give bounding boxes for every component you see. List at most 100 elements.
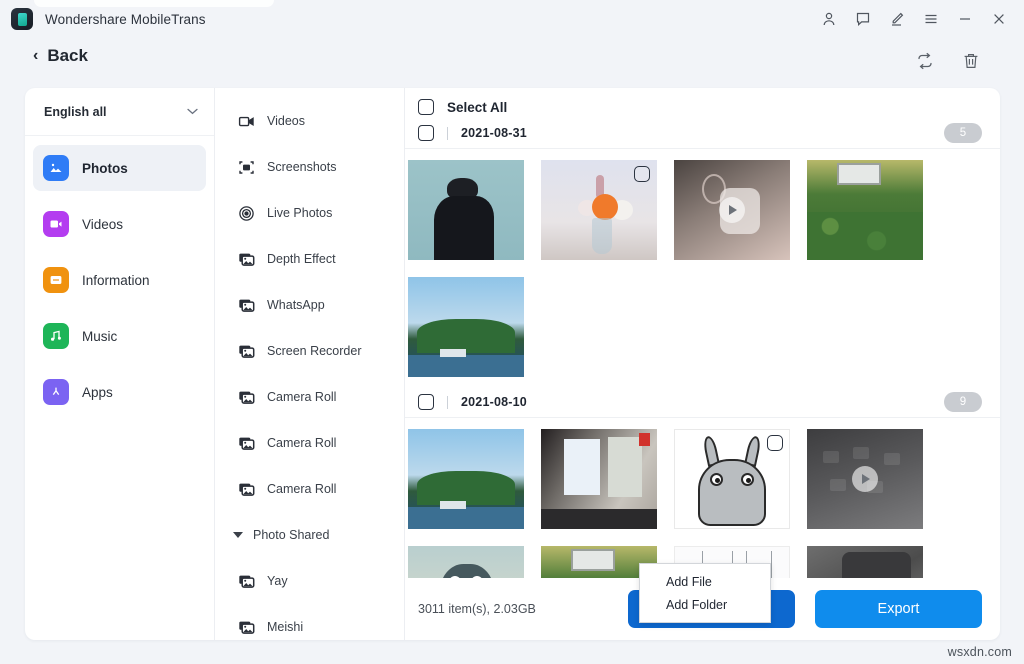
- category-item-label: Meishi: [267, 620, 303, 634]
- sidebar-item-photos[interactable]: Photos: [33, 145, 206, 191]
- edit-pen-icon[interactable]: [880, 4, 914, 34]
- category-item-depth-effect[interactable]: Depth Effect: [215, 236, 404, 282]
- date-group-label: 2021-08-31: [461, 126, 527, 140]
- chevron-down-icon: [187, 106, 198, 118]
- photo-scroll-area[interactable]: 2021-08-3152021-08-1092021-05-143: [405, 118, 1000, 578]
- main-card: English all Photos Videos Information Music…: [25, 88, 1000, 640]
- video-camera-icon: [237, 112, 255, 130]
- apps-icon: [43, 379, 69, 405]
- category-item-camera-roll[interactable]: Camera Roll: [215, 466, 404, 512]
- select-all-checkbox[interactable]: [418, 99, 434, 115]
- category-item-meishi[interactable]: Meishi: [215, 604, 404, 640]
- category-item-label: Screenshots: [267, 160, 336, 174]
- photo-thumbnail[interactable]: [408, 429, 524, 529]
- menu-hamburger-icon[interactable]: [914, 4, 948, 34]
- date-separator: [447, 127, 448, 140]
- context-menu-item-add-file[interactable]: Add File: [640, 570, 770, 593]
- language-selector[interactable]: English all: [25, 88, 214, 136]
- category-item-videos[interactable]: Videos: [215, 98, 404, 144]
- category-item-label: Yay: [267, 574, 288, 588]
- photo-thumbnail[interactable]: [674, 429, 790, 529]
- language-selector-value: English all: [44, 105, 107, 119]
- screenshot-icon: [237, 158, 255, 176]
- thumbnail-image: [408, 546, 524, 578]
- sidebar-item-videos[interactable]: Videos: [33, 201, 206, 247]
- category-list: Videos Screenshots Live Photos Depth Effect…: [215, 88, 405, 640]
- photo-grid: [405, 149, 1000, 387]
- page-header: ‹ Back: [0, 38, 1024, 88]
- photo-thumbnail[interactable]: [408, 277, 524, 377]
- category-item-label: WhatsApp: [267, 298, 325, 312]
- photo-groups: 2021-08-3152021-08-1092021-05-143: [405, 118, 1000, 578]
- select-all-label: Select All: [447, 100, 507, 115]
- live-photo-icon: [237, 204, 255, 222]
- category-item-whatsapp[interactable]: WhatsApp: [215, 282, 404, 328]
- sidebar-item-label: Videos: [82, 217, 123, 232]
- sidebar-item-label: Music: [82, 329, 117, 344]
- date-group-checkbox[interactable]: [418, 394, 434, 410]
- back-button[interactable]: ‹ Back: [33, 46, 88, 66]
- export-button[interactable]: Export: [815, 590, 982, 628]
- sync-refresh-icon[interactable]: [912, 48, 938, 74]
- date-group-header[interactable]: 2021-08-109: [405, 387, 1000, 418]
- play-icon[interactable]: [852, 466, 878, 492]
- context-menu-item-add-folder[interactable]: Add Folder: [640, 593, 770, 616]
- close-icon[interactable]: [982, 4, 1016, 34]
- category-item-label: Depth Effect: [267, 252, 336, 266]
- trash-delete-icon[interactable]: [958, 48, 984, 74]
- category-item-label: Camera Roll: [267, 436, 336, 450]
- window-tab-sliver: [34, 0, 274, 7]
- mobiletrans-app-icon: [11, 8, 33, 30]
- thumbnail-image: [408, 429, 524, 529]
- photo-thumbnail[interactable]: [408, 160, 524, 260]
- play-icon[interactable]: [719, 197, 745, 223]
- category-group-label: Photo Shared: [253, 528, 329, 542]
- category-item-live-photos[interactable]: Live Photos: [215, 190, 404, 236]
- date-group-checkbox[interactable]: [418, 125, 434, 141]
- album-icon: [237, 572, 255, 590]
- album-icon: [237, 250, 255, 268]
- title-bar: Wondershare MobileTrans: [0, 0, 1024, 38]
- video-thumbnail[interactable]: [674, 160, 790, 260]
- date-group-count-badge: 9: [944, 392, 982, 412]
- category-item-screen-recorder[interactable]: Screen Recorder: [215, 328, 404, 374]
- account-icon[interactable]: [812, 4, 846, 34]
- thumbnail-image: [408, 160, 524, 260]
- thumbnail-checkbox[interactable]: [634, 166, 650, 182]
- category-item-label: Videos: [267, 114, 305, 128]
- thumbnail-checkbox[interactable]: [767, 435, 783, 451]
- date-group-header[interactable]: 2021-08-315: [405, 118, 1000, 149]
- sidebar-item-music[interactable]: Music: [33, 313, 206, 359]
- sidebar-item-information[interactable]: Information: [33, 257, 206, 303]
- category-item-camera-roll[interactable]: Camera Roll: [215, 420, 404, 466]
- date-separator: [447, 396, 448, 409]
- video-thumbnail[interactable]: [807, 429, 923, 529]
- app-title: Wondershare MobileTrans: [45, 12, 206, 27]
- category-group-photo-shared[interactable]: Photo Shared: [215, 512, 404, 558]
- window-controls: [812, 0, 1016, 38]
- music-icon: [43, 323, 69, 349]
- import-context-menu[interactable]: Add File Add Folder: [639, 563, 771, 623]
- select-all-row[interactable]: Select All: [405, 88, 1000, 118]
- minimize-icon[interactable]: [948, 4, 982, 34]
- album-icon: [237, 618, 255, 636]
- sidebar: English all Photos Videos Information Music…: [25, 88, 215, 640]
- photo-thumbnail[interactable]: [541, 160, 657, 260]
- information-icon: [43, 267, 69, 293]
- photo-grid: [405, 418, 1000, 578]
- back-chevron-icon: ‹: [33, 48, 38, 64]
- feedback-icon[interactable]: [846, 4, 880, 34]
- header-tools: [912, 48, 984, 74]
- sidebar-item-apps[interactable]: Apps: [33, 369, 206, 415]
- photo-thumbnail[interactable]: [408, 546, 524, 578]
- album-icon: [237, 342, 255, 360]
- category-item-yay[interactable]: Yay: [215, 558, 404, 604]
- video-thumbnail[interactable]: [807, 546, 923, 578]
- category-item-screenshots[interactable]: Screenshots: [215, 144, 404, 190]
- thumbnail-image: [807, 546, 923, 578]
- photo-thumbnail[interactable]: [541, 429, 657, 529]
- category-item-camera-roll[interactable]: Camera Roll: [215, 374, 404, 420]
- photo-thumbnail[interactable]: [807, 160, 923, 260]
- thumbnail-image: [541, 429, 657, 529]
- back-label: Back: [47, 46, 88, 66]
